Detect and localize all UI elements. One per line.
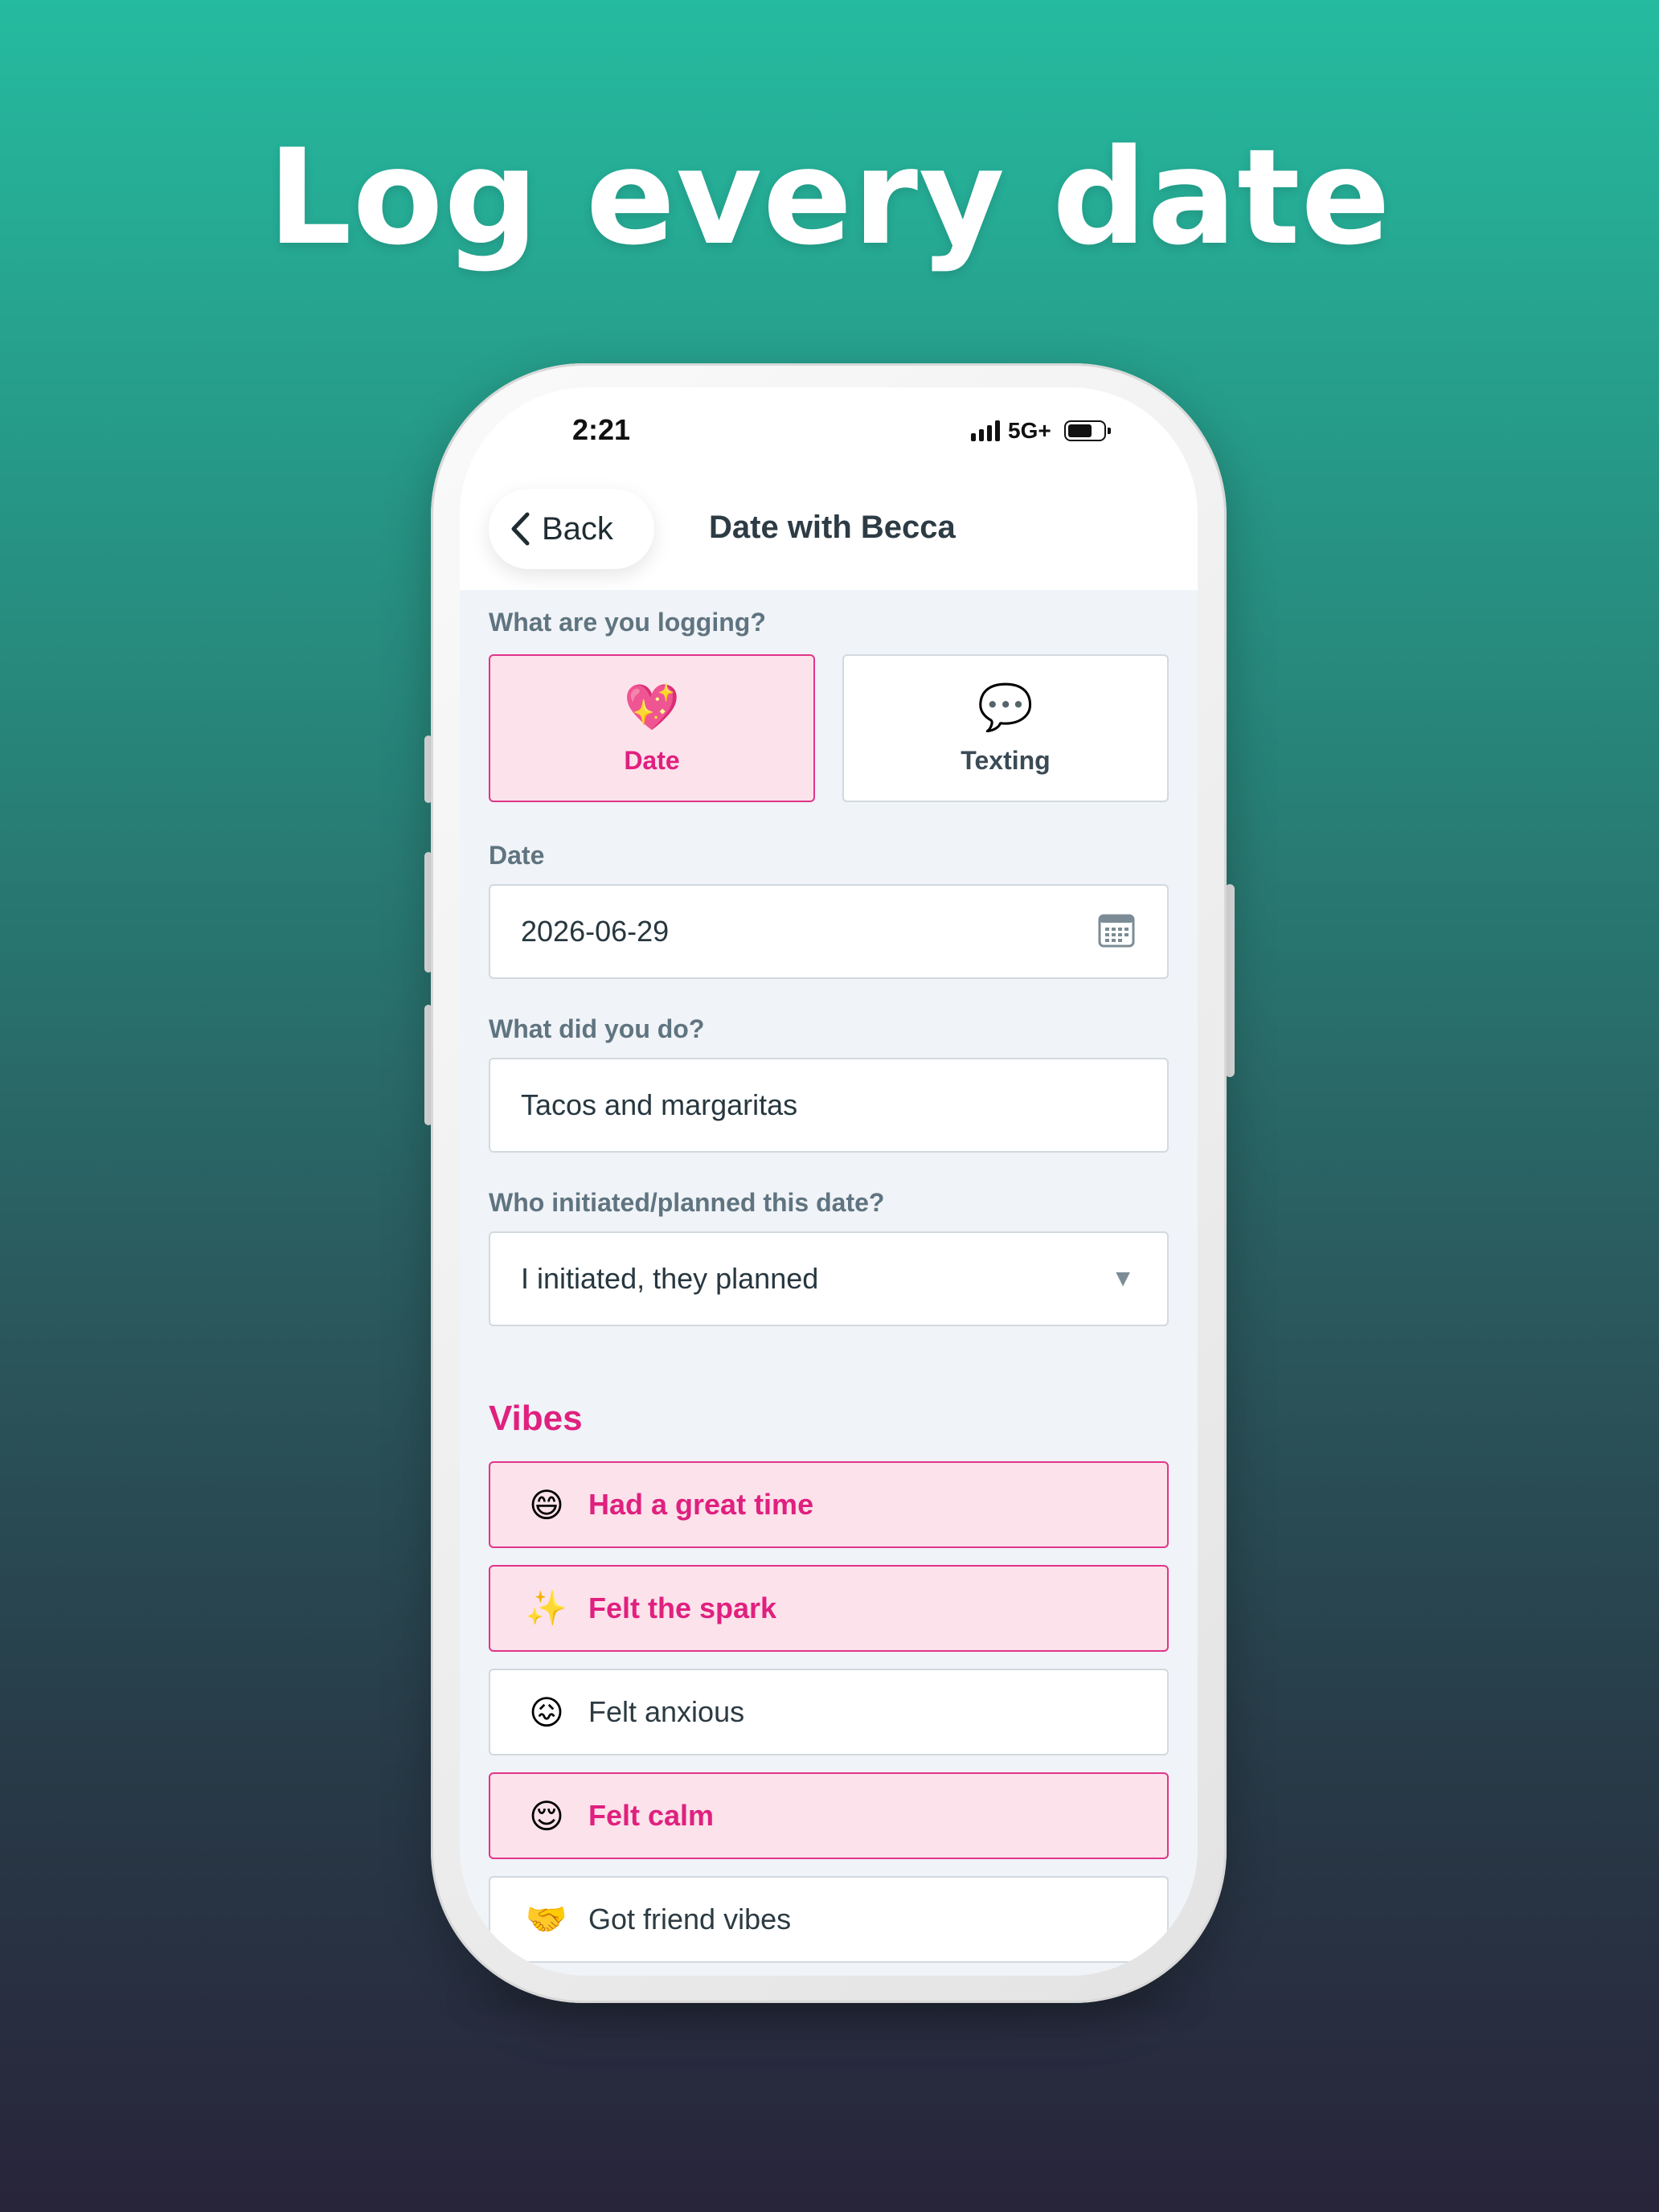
signal-icon [971, 420, 1000, 441]
vibe-had-a-great-time[interactable]: 😄 Had a great time [489, 1461, 1169, 1548]
sparkles-icon: ✨ [525, 1588, 568, 1627]
top-bar: 2:21 5G+ Back Date with Becca [460, 387, 1198, 590]
status-icons: 5G+ [971, 416, 1111, 445]
calendar-icon[interactable] [1098, 912, 1135, 952]
vibe-got-friend-vibes[interactable]: 🤝 Got friend vibes [489, 1876, 1169, 1963]
vibe-label: Felt calm [588, 1799, 715, 1832]
grinning-face-icon: 😄 [529, 1485, 564, 1524]
headline: Log every date [268, 121, 1391, 274]
vibe-felt-the-spark[interactable]: ✨ Felt the spark [489, 1565, 1169, 1652]
logging-question: What are you logging? [489, 608, 766, 637]
network-label: 5G+ [1008, 418, 1051, 443]
back-label: Back [542, 510, 613, 547]
vibes-title: Vibes [489, 1399, 583, 1438]
date-input[interactable]: 2026-06-29 [489, 884, 1169, 979]
initiator-select[interactable]: I initiated, they planned ▼ [489, 1231, 1169, 1326]
vibe-label: Felt the spark [588, 1591, 777, 1624]
dropdown-arrow-icon: ▼ [1111, 1265, 1135, 1292]
date-label: Date [489, 841, 545, 870]
initiator-value: I initiated, they planned [521, 1262, 819, 1295]
vibe-label: Got friend vibes [588, 1903, 792, 1936]
log-type-date[interactable]: 💖 Date [489, 654, 815, 802]
sparkling-heart-icon: 💖 [624, 681, 680, 732]
activity-label: What did you do? [489, 1014, 705, 1043]
vibe-felt-calm[interactable]: 😌 Felt calm [489, 1772, 1169, 1859]
log-type-date-label: Date [624, 745, 680, 775]
chevron-left-icon [511, 512, 530, 546]
handshake-icon: 🤝 [525, 1899, 568, 1938]
confounded-face-icon: 😖 [529, 1693, 564, 1731]
speech-bubble-icon: 💬 [977, 681, 1034, 732]
phone-screen: 2:21 5G+ Back Date with Becca What are y… [460, 387, 1198, 1976]
initiator-label: Who initiated/planned this date? [489, 1188, 885, 1217]
vibe-felt-anxious[interactable]: 😖 Felt anxious [489, 1669, 1169, 1755]
battery-icon [1063, 420, 1111, 441]
page-title: Date with Becca [709, 510, 956, 545]
back-button[interactable]: Back [489, 489, 654, 569]
vibe-label: Felt anxious [588, 1695, 745, 1728]
relieved-face-icon: 😌 [529, 1796, 564, 1835]
activity-value: Tacos and margaritas [521, 1088, 798, 1121]
vibe-label: Had a great time [588, 1488, 814, 1521]
log-type-texting-label: Texting [961, 745, 1051, 775]
log-type-texting[interactable]: 💬 Texting [842, 654, 1169, 802]
date-value: 2026-06-29 [521, 915, 670, 948]
status-time: 2:21 [572, 413, 631, 446]
activity-input[interactable]: Tacos and margaritas [489, 1058, 1169, 1153]
